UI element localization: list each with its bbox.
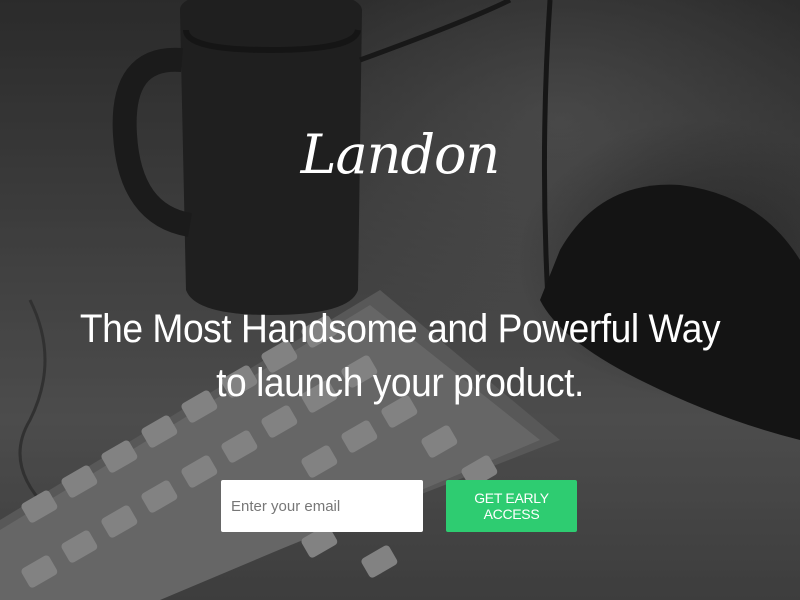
hero-section: Landon The Most Handsome and Powerful Wa…: [0, 0, 800, 600]
headline-line-2: to launch your product.: [216, 361, 584, 405]
signup-form: GET EARLY ACCESS: [221, 480, 577, 532]
email-field[interactable]: [221, 480, 423, 532]
get-early-access-button[interactable]: GET EARLY ACCESS: [446, 480, 577, 532]
brand-logo: Landon: [300, 123, 501, 186]
headline-line-1: The Most Handsome and Powerful Way: [79, 307, 721, 351]
hero-headline: The Most Handsome and Powerful Way to la…: [28, 302, 772, 410]
